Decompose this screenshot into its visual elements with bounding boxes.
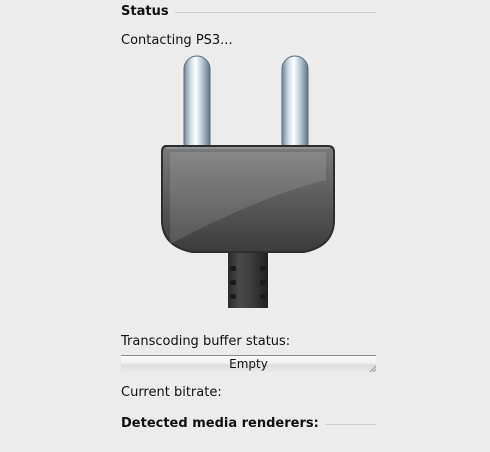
current-bitrate-label: Current bitrate: — [121, 385, 222, 400]
transcoding-buffer-progress: Empty — [121, 355, 376, 372]
power-plug-icon — [161, 55, 335, 308]
transcoding-buffer-label: Transcoding buffer status: — [121, 334, 291, 349]
status-section-divider — [174, 12, 376, 13]
status-section-title: Status — [121, 3, 169, 19]
resize-grip-icon — [369, 365, 376, 372]
renderers-section-title: Detected media renderers: — [121, 415, 319, 431]
transcoding-buffer-value: Empty — [229, 357, 268, 371]
renderers-section-divider — [324, 424, 376, 425]
renderers-section-header: Detected media renderers: — [121, 415, 376, 431]
status-section-header: Status — [121, 3, 376, 19]
status-message: Contacting PS3... — [121, 33, 233, 48]
